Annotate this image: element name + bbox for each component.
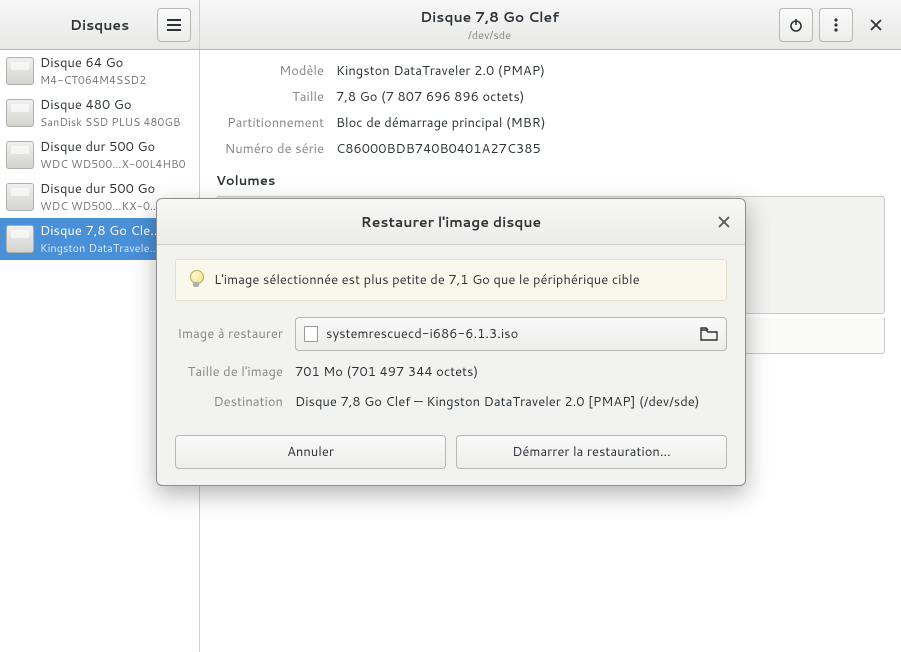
cancel-button[interactable]: Annuler <box>175 435 446 469</box>
image-size-value: 701 Mo (701 497 344 octets) <box>295 363 727 381</box>
disk-item-sub: SanDisk SSD PLUS 480GB <box>40 114 181 130</box>
dialog-actions: Annuler Démarrer la restauration… <box>157 427 745 485</box>
drive-icon <box>6 225 34 253</box>
image-to-restore-label: Image à restaurer <box>175 325 295 343</box>
power-icon <box>789 18 803 32</box>
headerbar-right <box>779 0 901 49</box>
infobar: L'image sélectionnée est plus petite de … <box>175 259 727 301</box>
disk-item-name: Disque dur 500 Go <box>40 138 186 156</box>
disk-item-name: Disque 480 Go <box>40 96 181 114</box>
headerbar: Disques Disque 7,8 Go Clef /dev/sde <box>0 0 901 50</box>
infobar-message: L'image sélectionnée est plus petite de … <box>214 271 640 289</box>
dialog-title: Restaurer l'image disque <box>361 212 541 232</box>
selected-file-name: systemrescuecd-i686-6.1.3.iso <box>326 325 692 343</box>
disk-item-sub: Kingston DataTravele… <box>40 240 161 256</box>
drive-icon <box>6 141 34 169</box>
kebab-icon <box>834 18 838 32</box>
partitioning-label: Partitionnement <box>216 114 336 132</box>
file-chooser-button[interactable]: systemrescuecd-i686-6.1.3.iso <box>295 317 727 351</box>
partitioning-value: Bloc de démarrage principal (MBR) <box>336 114 885 132</box>
open-folder-icon <box>700 327 718 341</box>
disk-item-name: Disque 7,8 Go Cle… <box>40 222 161 240</box>
lightbulb-icon <box>188 270 204 290</box>
disk-item-sub: WDC WD500…X-00L4HB0 <box>40 156 186 172</box>
dialog-header: Restaurer l'image disque <box>157 199 745 245</box>
disk-item-2[interactable]: Disque dur 500 Go WDC WD500…X-00L4HB0 <box>0 134 199 176</box>
disk-title: Disque 7,8 Go Clef <box>420 7 559 27</box>
app-title: Disques <box>70 15 129 35</box>
disk-item-1[interactable]: Disque 480 Go SanDisk SSD PLUS 480GB <box>0 92 199 134</box>
serial-value: C86000BDB740B0401A27C385 <box>336 140 885 158</box>
disk-item-name: Disque dur 500 Go <box>40 180 159 198</box>
model-value: Kingston DataTraveler 2.0 (PMAP) <box>336 62 885 80</box>
start-restore-button-label: Démarrer la restauration… <box>512 443 671 461</box>
size-label: Taille <box>216 88 336 106</box>
drive-icon <box>6 57 34 85</box>
model-label: Modèle <box>216 62 336 80</box>
volumes-section-title: Volumes <box>216 172 885 190</box>
start-restore-button[interactable]: Démarrer la restauration… <box>456 435 727 469</box>
power-button[interactable] <box>779 8 813 42</box>
close-icon <box>870 19 882 31</box>
close-icon <box>718 216 730 228</box>
disk-item-sub: M4-CT064M4SSD2 <box>40 72 146 88</box>
dialog-close-button[interactable] <box>713 211 735 233</box>
destination-value: Disque 7,8 Go Clef — Kingston DataTravel… <box>295 393 727 411</box>
serial-label: Numéro de série <box>216 140 336 158</box>
dialog-body: L'image sélectionnée est plus petite de … <box>157 245 745 427</box>
disk-item-sub: WDC WD500…KX-0… <box>40 198 159 214</box>
headerbar-center: Disque 7,8 Go Clef /dev/sde <box>200 0 779 49</box>
file-icon <box>304 326 318 342</box>
size-value: 7,8 Go (7 807 696 896 octets) <box>336 88 885 106</box>
hamburger-button[interactable] <box>157 8 191 42</box>
disk-item-name: Disque 64 Go <box>40 54 146 72</box>
cancel-button-label: Annuler <box>287 443 334 461</box>
disk-menu-button[interactable] <box>819 8 853 42</box>
drive-icon <box>6 183 34 211</box>
disk-item-0[interactable]: Disque 64 Go M4-CT064M4SSD2 <box>0 50 199 92</box>
destination-label: Destination <box>175 393 295 411</box>
headerbar-left: Disques <box>0 0 200 49</box>
restore-dialog: Restaurer l'image disque L'image sélecti… <box>156 198 746 486</box>
close-button[interactable] <box>859 8 893 42</box>
hamburger-icon <box>167 19 181 31</box>
image-size-label: Taille de l'image <box>175 363 295 381</box>
drive-icon <box>6 99 34 127</box>
disk-subtitle: /dev/sde <box>468 27 511 43</box>
